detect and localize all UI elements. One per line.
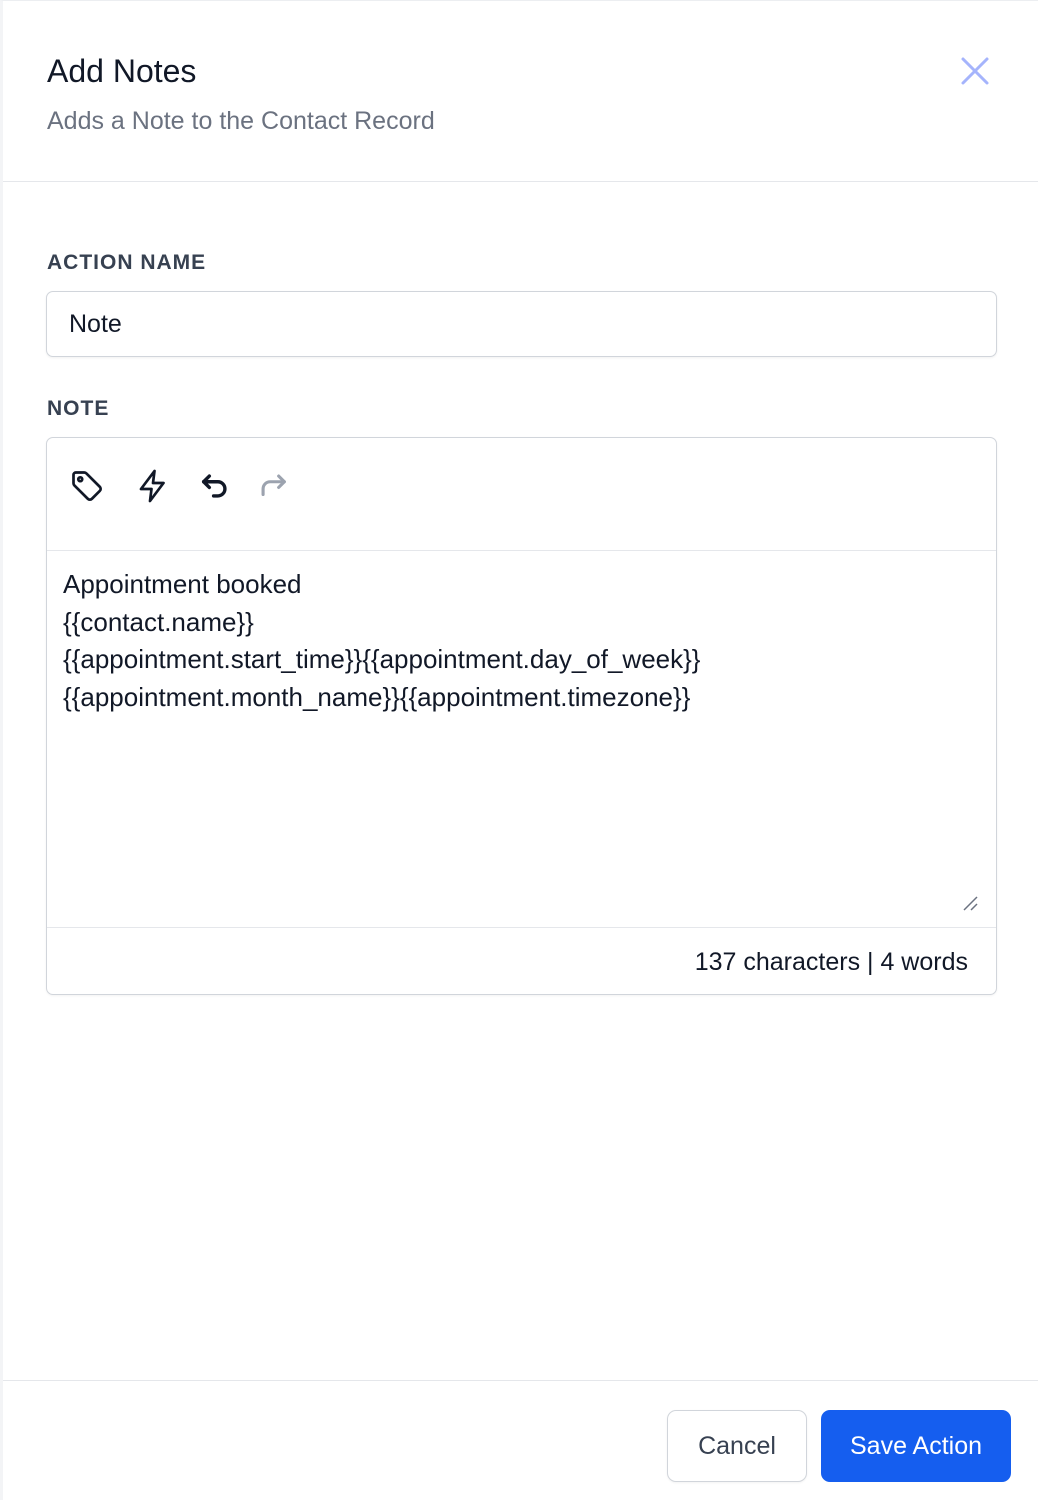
note-textarea[interactable]: Appointment booked {{contact.name}} {{ap… [63,566,963,716]
close-icon [961,57,989,85]
undo-icon [201,474,227,498]
close-button[interactable] [957,53,993,89]
page-subtitle: Adds a Note to the Contact Record [47,107,435,135]
action-name-input[interactable] [46,291,997,357]
cancel-button[interactable]: Cancel [667,1410,807,1482]
add-notes-panel: Add Notes Adds a Note to the Contact Rec… [0,0,1038,1500]
panel-header: Add Notes Adds a Note to the Contact Rec… [3,1,1038,182]
save-action-button[interactable]: Save Action [821,1410,1011,1482]
redo-button[interactable] [253,466,293,506]
lightning-icon [139,469,165,503]
undo-button[interactable] [195,466,235,506]
page-title: Add Notes [47,53,197,89]
character-word-counter: 137 characters | 4 words [694,948,968,976]
custom-values-button[interactable] [67,466,107,506]
action-name-label: ACTION NAME [47,251,207,274]
action-footer: Cancel Save Action [3,1380,1038,1501]
resize-handle-icon[interactable] [961,894,979,912]
editor-footer: 137 characters | 4 words [47,927,996,995]
note-editor: Appointment booked {{contact.name}} {{ap… [46,437,997,995]
tag-icon [72,471,102,501]
trigger-links-button[interactable] [133,466,173,506]
note-label: NOTE [47,397,110,420]
editor-toolbar [47,438,996,551]
redo-icon [261,474,286,497]
